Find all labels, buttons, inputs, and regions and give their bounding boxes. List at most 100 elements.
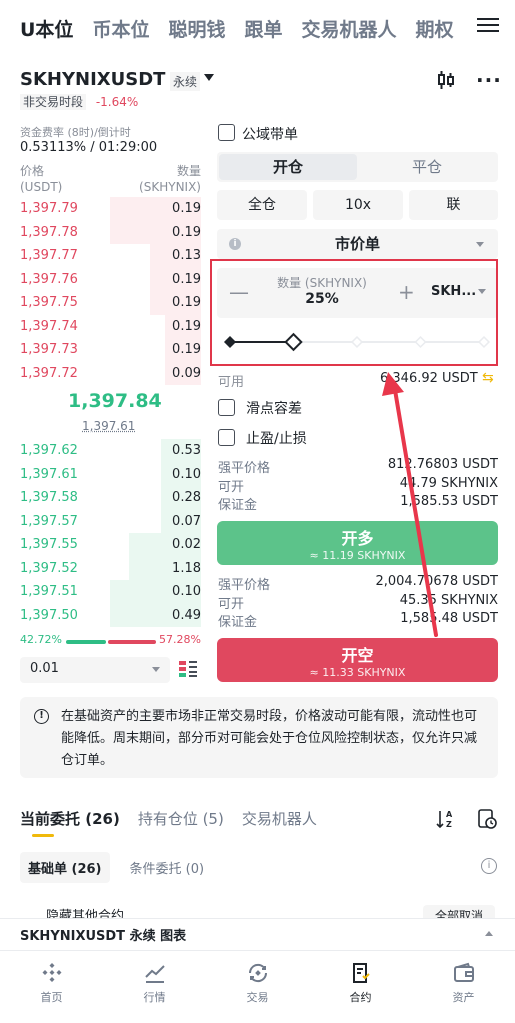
bid-price: 1,397.55 bbox=[20, 537, 78, 553]
orders-tabs: 当前委托 (26) 持有仓位 (5) 交易机器人 bbox=[20, 808, 317, 829]
ask-price: 1,397.73 bbox=[20, 342, 78, 358]
tab-coin-margined[interactable]: 币本位 bbox=[92, 15, 149, 42]
bid-price: 1,397.61 bbox=[20, 466, 78, 482]
liq-price-label: 强平价格 bbox=[218, 578, 271, 593]
margin-label: 保证金 bbox=[218, 615, 258, 630]
long-info: 强平价格 812.76803 USDT 可开 44.79 SKHYNIX 保证金 1,… bbox=[218, 457, 498, 513]
bid-qty: 0.10 bbox=[172, 584, 201, 600]
nav-assets-label: 资产 bbox=[452, 991, 475, 1004]
bid-qty: 0.28 bbox=[172, 490, 201, 506]
last-price[interactable]: 1,397.84 bbox=[68, 390, 162, 412]
max-open-label: 可开 bbox=[218, 479, 245, 495]
tab-smart-money[interactable]: 聪明钱 bbox=[168, 15, 225, 42]
open-long-button[interactable]: 开多 ≈ 11.19 SKHYNIX bbox=[217, 521, 498, 565]
ask-row[interactable]: 1,397.78 0.19 bbox=[20, 221, 201, 245]
candlestick-chart-icon[interactable] bbox=[436, 70, 456, 90]
short-info: 强平价格 2,004.70678 USDT 可开 45.35 SKHYNIX 保证金… bbox=[218, 574, 498, 630]
ask-qty: 0.13 bbox=[172, 248, 201, 264]
svg-text:Z: Z bbox=[446, 820, 452, 829]
nav-futures[interactable]: 合约 bbox=[321, 951, 401, 1023]
ask-price: 1,397.72 bbox=[20, 365, 78, 381]
bid-row[interactable]: 1,397.51 0.10 bbox=[20, 580, 201, 604]
ask-row[interactable]: 1,397.75 0.19 bbox=[20, 291, 201, 315]
subtab-basic[interactable]: 基础单 (26) bbox=[20, 851, 110, 883]
order-type-value: 市价单 bbox=[334, 235, 380, 253]
margin-label: 保证金 bbox=[218, 498, 258, 513]
bid-row[interactable]: 1,397.50 0.49 bbox=[20, 604, 201, 628]
session-badge: 非交易时段 bbox=[20, 94, 87, 110]
bid-row[interactable]: 1,397.52 1.18 bbox=[20, 557, 201, 581]
margin-mode-button[interactable]: 全仓 bbox=[217, 190, 307, 220]
orderbook-layout-icon[interactable] bbox=[178, 659, 198, 679]
ask-row[interactable]: 1,397.73 0.19 bbox=[20, 338, 201, 362]
ask-qty: 0.09 bbox=[172, 365, 201, 381]
liq-price-label: 强平价格 bbox=[218, 461, 271, 476]
ask-row[interactable]: 1,397.76 0.19 bbox=[20, 268, 201, 292]
ask-row[interactable]: 1,397.79 0.19 bbox=[20, 197, 201, 221]
cancel-all-button[interactable]: 全部取消 bbox=[423, 905, 495, 919]
info-icon: ! bbox=[34, 709, 49, 724]
tab-open-orders[interactable]: 当前委托 (26) bbox=[20, 808, 120, 829]
bid-qty: 0.02 bbox=[172, 537, 201, 553]
orders-subtabs: 基础单 (26) 条件委托 (0) bbox=[20, 851, 205, 883]
tab-open[interactable]: 开仓 bbox=[219, 154, 357, 180]
tab-options[interactable]: 期权 bbox=[416, 15, 454, 42]
chart-bar[interactable]: SKHYNIXUSDT 永续 图表 bbox=[0, 918, 515, 950]
tab-positions[interactable]: 持有仓位 (5) bbox=[138, 808, 224, 829]
slippage-checkbox[interactable] bbox=[218, 399, 235, 416]
order-type-select[interactable]: i 市价单 bbox=[217, 229, 498, 259]
tpsl-checkbox[interactable] bbox=[218, 429, 235, 446]
tab-bots[interactable]: 交易机器人 bbox=[242, 808, 317, 829]
open-short-sub: ≈ 11.33 SKHYNIX bbox=[309, 666, 406, 679]
bid-row[interactable]: 1,397.61 0.10 bbox=[20, 463, 201, 487]
svg-text:A: A bbox=[446, 810, 453, 819]
ask-row[interactable]: 1,397.74 0.19 bbox=[20, 315, 201, 339]
chevron-down-icon bbox=[152, 667, 160, 672]
transfer-icon[interactable]: ⇆ bbox=[482, 370, 494, 386]
more-icon[interactable]: ··· bbox=[476, 68, 502, 92]
bid-price: 1,397.50 bbox=[20, 607, 78, 623]
nav-assets[interactable]: 资产 bbox=[424, 951, 504, 1023]
ask-row[interactable]: 1,397.72 0.09 bbox=[20, 362, 201, 386]
nav-home[interactable]: 首页 bbox=[12, 951, 92, 1023]
ask-price: 1,397.78 bbox=[20, 224, 78, 240]
public-copy-checkbox[interactable] bbox=[218, 124, 235, 141]
position-mode-button[interactable]: 联 bbox=[409, 190, 498, 220]
chevron-up-icon bbox=[485, 931, 493, 936]
top-nav: U本位 币本位 聪明钱 跟单 交易机器人 期权 bbox=[20, 10, 490, 46]
ask-row[interactable]: 1,397.77 0.13 bbox=[20, 244, 201, 268]
info-icon[interactable]: i bbox=[481, 858, 497, 874]
menu-icon[interactable] bbox=[477, 14, 499, 36]
tab-copy-trading[interactable]: 跟单 bbox=[244, 15, 282, 42]
bid-row[interactable]: 1,397.55 0.02 bbox=[20, 533, 201, 557]
sort-az-icon[interactable]: A Z bbox=[436, 808, 456, 830]
history-icon[interactable] bbox=[476, 808, 498, 830]
subtab-conditional[interactable]: 条件委托 (0) bbox=[130, 858, 205, 877]
symbol-title[interactable]: SKHYNIXUSDT bbox=[20, 69, 165, 90]
symbol-dropdown-icon[interactable] bbox=[204, 74, 214, 81]
bid-qty: 0.07 bbox=[172, 513, 201, 529]
ask-qty: 0.19 bbox=[172, 295, 201, 311]
annotation-arrow bbox=[382, 372, 438, 637]
tab-trading-bots[interactable]: 交易机器人 bbox=[301, 15, 396, 42]
tab-close[interactable]: 平仓 bbox=[358, 154, 496, 180]
peek-row: 隐藏其他合约 全部取消 bbox=[20, 905, 495, 919]
leverage-button[interactable]: 10x bbox=[313, 190, 403, 220]
bid-qty: 1.18 bbox=[172, 560, 201, 576]
wallet-icon bbox=[453, 962, 474, 982]
nav-markets[interactable]: 行情 bbox=[115, 951, 195, 1023]
ask-qty: 0.19 bbox=[172, 318, 201, 334]
available-label: 可用 bbox=[218, 375, 245, 390]
open-short-button[interactable]: 开空 ≈ 11.33 SKHYNIX bbox=[217, 638, 498, 682]
bid-row[interactable]: 1,397.58 0.28 bbox=[20, 486, 201, 510]
info-icon[interactable]: i bbox=[229, 238, 241, 250]
tab-u-margined[interactable]: U本位 bbox=[20, 15, 73, 42]
bid-qty: 0.10 bbox=[172, 466, 201, 482]
ask-qty: 0.19 bbox=[172, 201, 201, 217]
bid-row[interactable]: 1,397.62 0.53 bbox=[20, 439, 201, 463]
depth-step-select[interactable]: 0.01 bbox=[20, 657, 170, 683]
mark-price[interactable]: 1,397.61 bbox=[82, 419, 135, 433]
bid-row[interactable]: 1,397.57 0.07 bbox=[20, 510, 201, 534]
nav-trade[interactable]: 交易 bbox=[218, 951, 298, 1023]
tpsl-label: 止盈/止损 bbox=[246, 431, 307, 447]
